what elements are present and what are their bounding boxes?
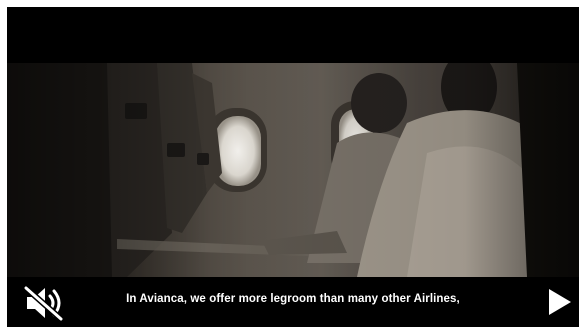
video-frame[interactable] [7,63,579,277]
play-button[interactable] [543,285,575,319]
play-icon [549,289,571,315]
video-player[interactable]: In Avianca, we offer more legroom than m… [7,7,579,327]
speaker-muted-icon [23,285,64,322]
airplane-cabin-scene [7,63,579,277]
player-controls: In Avianca, we offer more legroom than m… [7,277,579,327]
video-caption: In Avianca, we offer more legroom than m… [126,293,460,305]
mute-toggle-button[interactable] [23,285,67,322]
